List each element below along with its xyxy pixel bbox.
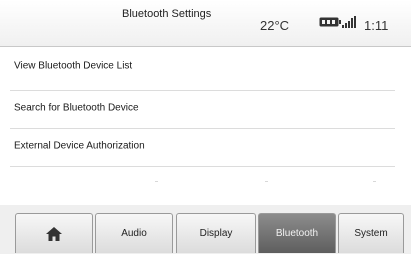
menu-item-view-device-list[interactable]: View Bluetooth Device List (0, 48, 411, 84)
menu-item-label: External Device Authorization (14, 140, 145, 152)
tab-audio[interactable]: Audio (95, 213, 173, 253)
divider (373, 181, 376, 182)
divider (265, 181, 268, 182)
home-icon (46, 226, 62, 241)
divider (10, 166, 395, 167)
menu-item-search-device[interactable]: Search for Bluetooth Device (0, 90, 411, 126)
tab-display[interactable]: Display (176, 213, 256, 253)
tab-label: Display (199, 228, 233, 239)
battery-icon (319, 17, 341, 27)
tab-system[interactable]: System (338, 213, 404, 253)
divider (155, 181, 158, 182)
signal-icon (342, 16, 356, 28)
tab-label: Audio (121, 228, 147, 239)
page-title: Bluetooth Settings (122, 8, 212, 20)
menu-item-external-authorization[interactable]: External Device Authorization (0, 128, 411, 164)
menu-item-label: View Bluetooth Device List (14, 60, 133, 72)
menu-item-label: Search for Bluetooth Device (14, 102, 139, 114)
tab-label: System (354, 228, 388, 239)
tab-label: Bluetooth (275, 228, 319, 239)
tab-bluetooth[interactable]: Bluetooth (258, 213, 336, 253)
temperature-readout: 22°C (260, 18, 290, 33)
header-bar: Bluetooth Settings 22°C 1:11 (0, 0, 411, 47)
clock-time: 1:11 (364, 18, 389, 33)
tab-home[interactable] (15, 213, 93, 253)
